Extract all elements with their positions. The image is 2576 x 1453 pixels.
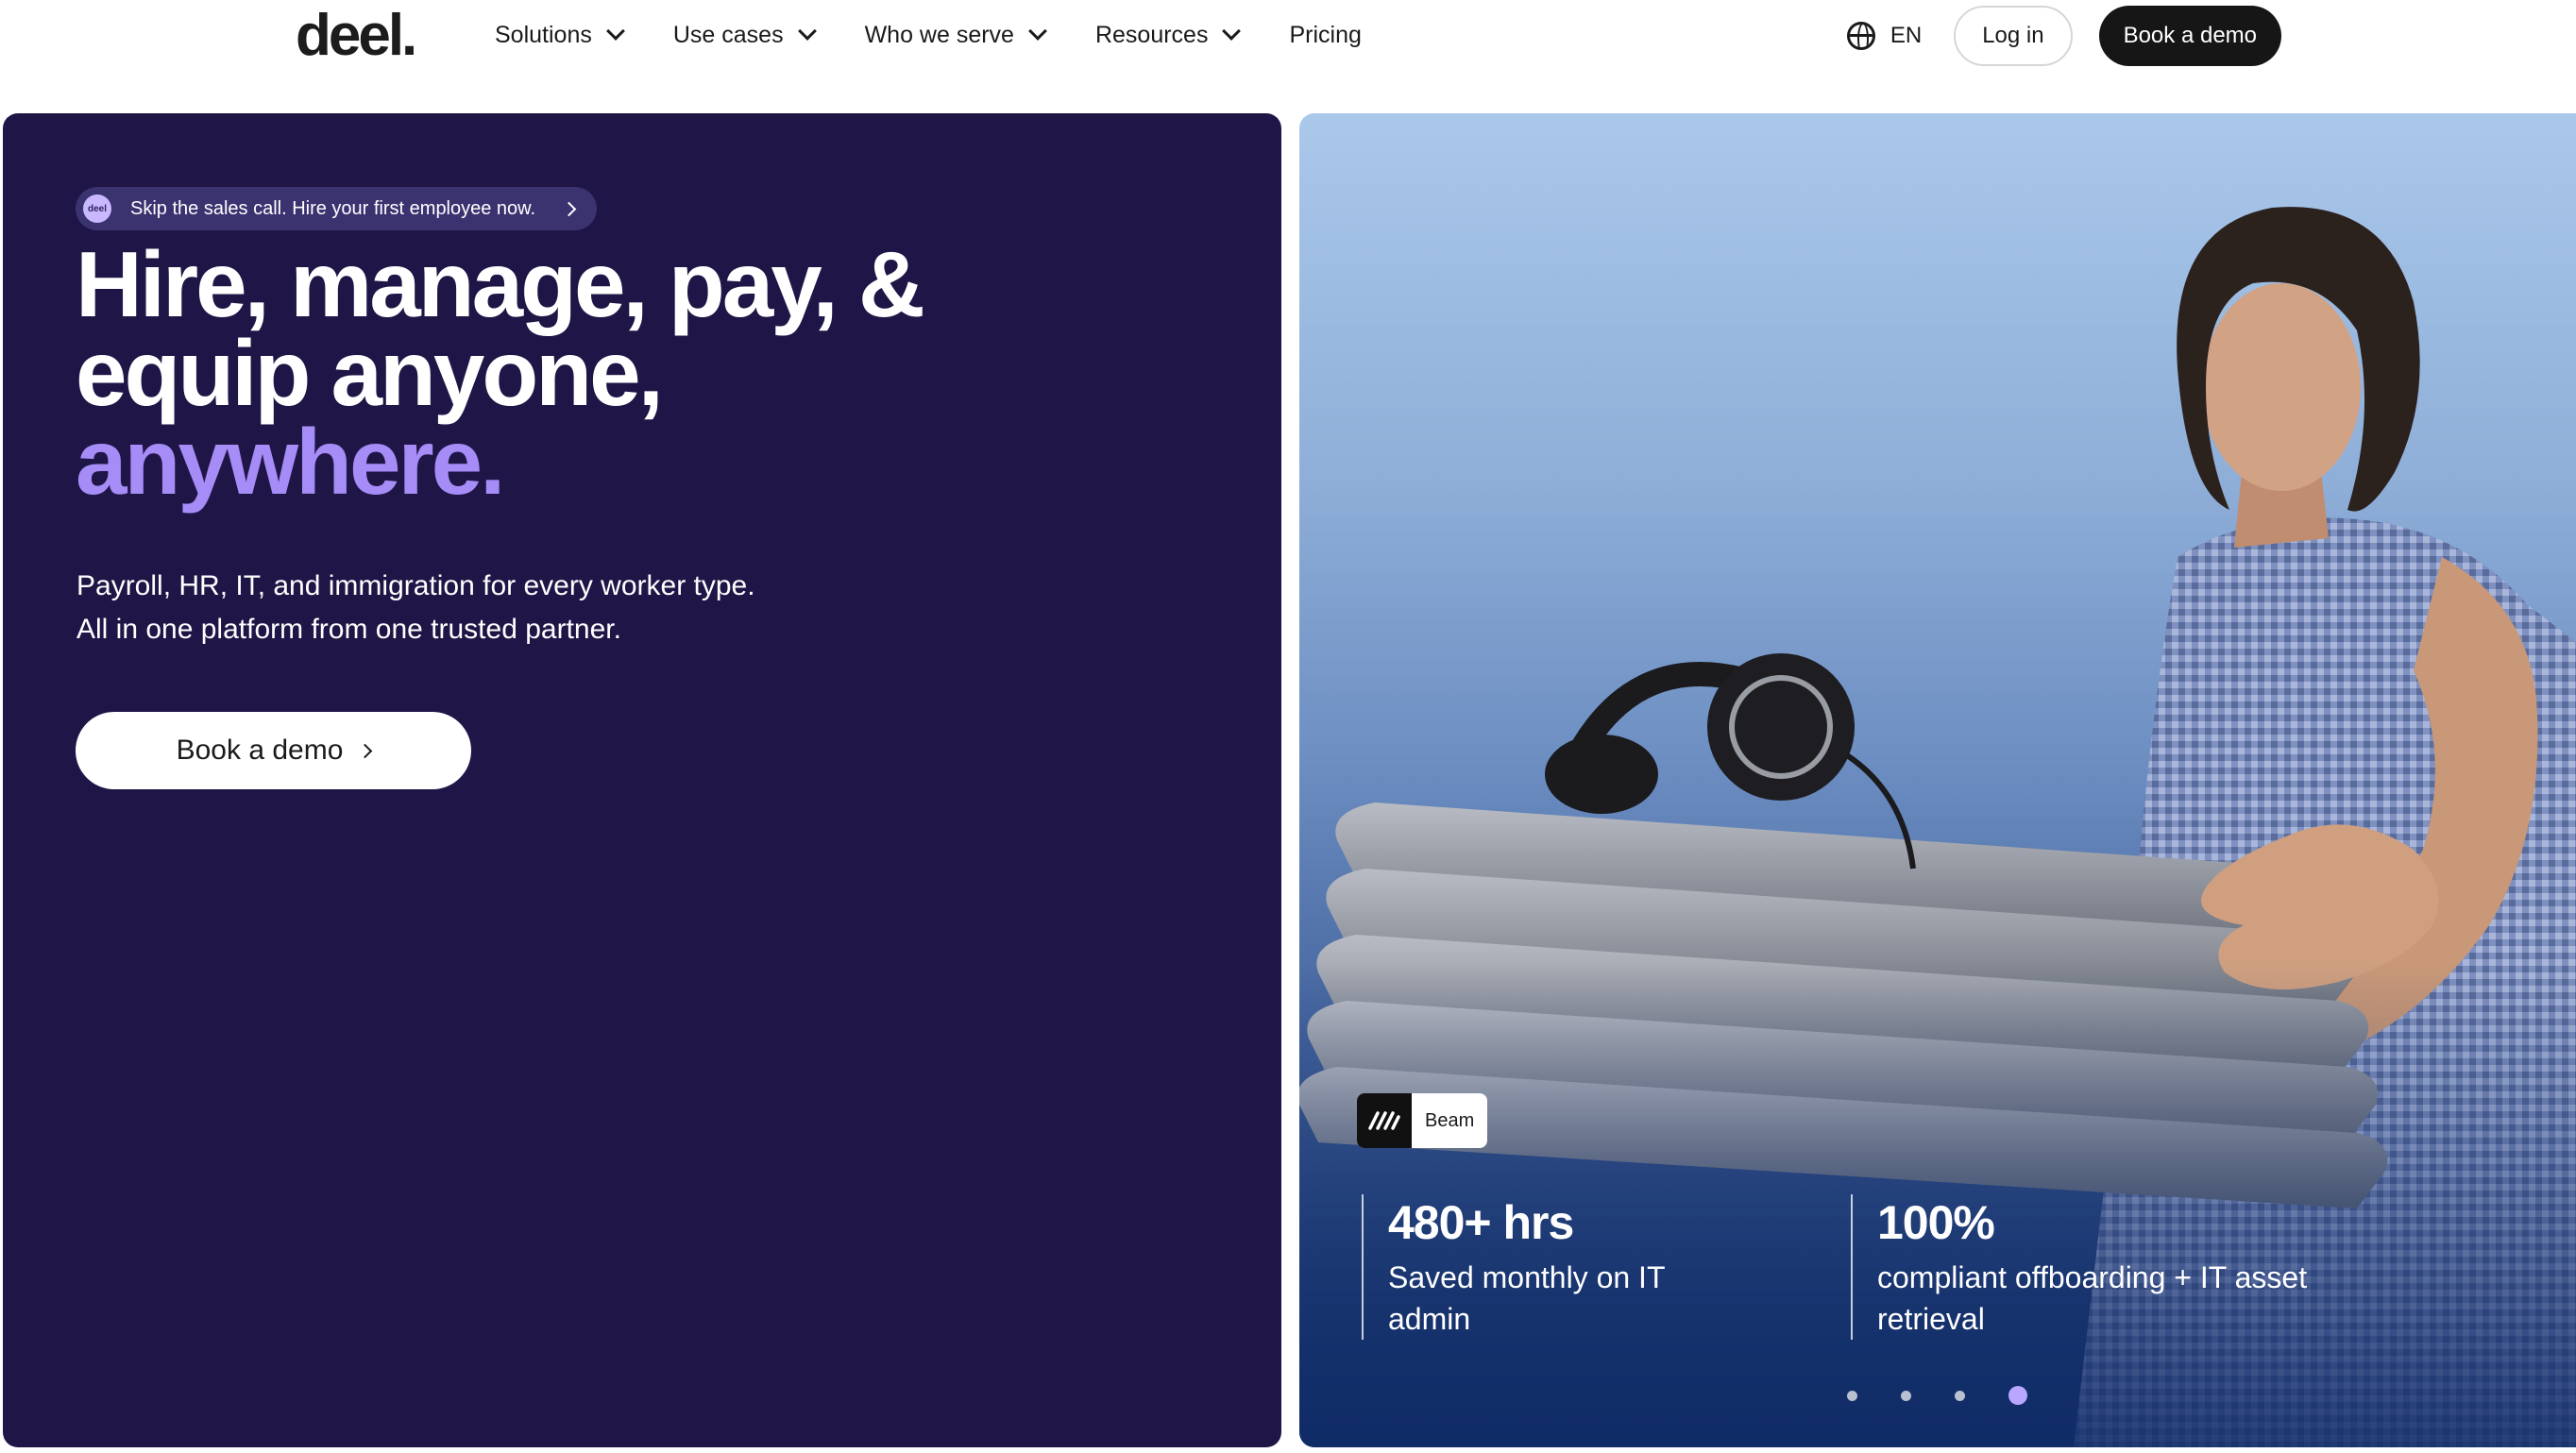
nav-item-resources[interactable]: Resources: [1094, 21, 1242, 49]
nav-item-label: Solutions: [495, 21, 592, 48]
stat-desc-line: admin: [1388, 1302, 1471, 1336]
carousel-dot[interactable]: [2008, 1386, 2027, 1405]
cta-label: Book a demo: [176, 735, 344, 766]
chevron-down-icon: [1222, 22, 1242, 41]
company-name: Beam: [1425, 1109, 1475, 1131]
carousel-dot[interactable]: [1901, 1390, 1911, 1401]
deel-logo[interactable]: deel.: [296, 2, 417, 70]
nav-item-label: Pricing: [1289, 21, 1362, 48]
carousel-dot[interactable]: [1955, 1390, 1965, 1401]
language-label: EN: [1890, 23, 1923, 48]
top-nav: deel. Solutions Use cases Who we serve R…: [0, 0, 2576, 106]
nav-item-pricing[interactable]: Pricing: [1289, 22, 1361, 49]
book-demo-hero-button[interactable]: Book a demo: [76, 712, 471, 789]
language-selector[interactable]: EN: [1846, 22, 1923, 50]
deel-badge-icon: deel: [83, 194, 111, 223]
stat-block: 480+ hrs Saved monthly on IT admin: [1362, 1194, 1834, 1340]
stat-desc-line: Saved monthly on IT: [1388, 1260, 1666, 1294]
carousel-dot[interactable]: [1847, 1390, 1857, 1401]
beam-logo-icon: [1357, 1093, 1412, 1148]
stat-block: 100% compliant offboarding + IT asset re…: [1851, 1194, 2380, 1340]
carousel-dots: [1847, 1386, 2071, 1405]
hero-headline: Hire, manage, pay, & equip anyone, anywh…: [76, 232, 925, 514]
headline-line-2: equip anyone,: [76, 321, 664, 425]
headline-accent: anywhere.: [76, 410, 505, 514]
chevron-down-icon: [605, 22, 625, 41]
chevron-down-icon: [1028, 22, 1047, 41]
stat-description: Saved monthly on IT admin: [1388, 1257, 1834, 1340]
subtitle-line-1: Payroll, HR, IT, and immigration for eve…: [76, 570, 755, 601]
company-badge: Beam: [1357, 1093, 1488, 1148]
testimonial-panel: Beam 480+ hrs Saved monthly on IT admin …: [1299, 113, 2576, 1447]
stat-value: 100%: [1877, 1196, 1995, 1249]
globe-icon: [1846, 22, 1875, 50]
stat-description: compliant offboarding + IT asset retriev…: [1877, 1257, 2380, 1340]
chevron-right-icon: [561, 201, 577, 216]
nav-item-solutions[interactable]: Solutions: [495, 21, 625, 49]
nav-item-who-we-serve[interactable]: Who we serve: [864, 21, 1047, 49]
nav-item-label: Who we serve: [864, 21, 1014, 48]
chevron-down-icon: [797, 22, 817, 41]
announcement-pill[interactable]: deel Skip the sales call. Hire your firs…: [76, 187, 598, 230]
nav-actions: EN Log in Book a demo: [1846, 6, 2281, 66]
chevron-right-icon: [358, 743, 373, 758]
stat-desc-line: retrieval: [1877, 1302, 1985, 1336]
nav-item-label: Use cases: [672, 21, 784, 48]
nav-menu: Solutions Use cases Who we serve Resourc…: [495, 0, 1413, 70]
login-button[interactable]: Log in: [1954, 6, 2073, 66]
headline-line-1: Hire, manage, pay, &: [76, 232, 925, 336]
announcement-text: Skip the sales call. Hire your first emp…: [130, 197, 536, 219]
subtitle-line-2: All in one platform from one trusted par…: [76, 614, 621, 645]
book-demo-nav-button[interactable]: Book a demo: [2098, 6, 2281, 66]
stat-desc-line: compliant offboarding + IT asset: [1877, 1260, 2308, 1294]
nav-item-label: Resources: [1094, 21, 1209, 48]
hero-panel: deel Skip the sales call. Hire your firs…: [3, 113, 1281, 1447]
nav-item-use-cases[interactable]: Use cases: [672, 21, 817, 49]
hero-subtitle: Payroll, HR, IT, and immigration for eve…: [76, 565, 755, 651]
stat-value: 480+ hrs: [1388, 1196, 1574, 1249]
